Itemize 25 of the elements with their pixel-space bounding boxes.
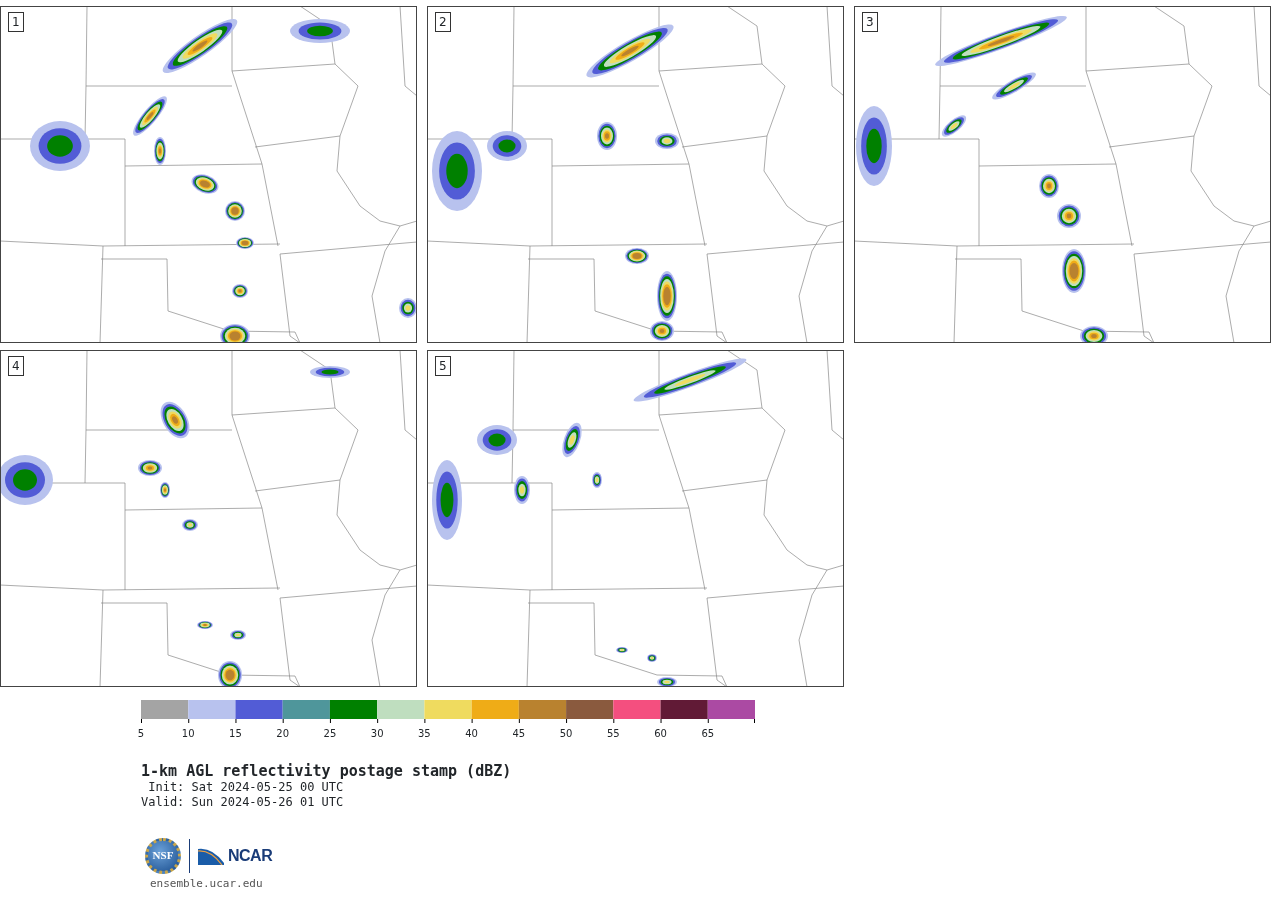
tick-label: 5 bbox=[137, 726, 145, 741]
valid-time: Valid: Sun 2024-05-26 01 UTC bbox=[141, 794, 345, 810]
tick-label: 55 bbox=[606, 726, 620, 741]
website-url: ensemble.ucar.edu bbox=[150, 875, 264, 892]
tick-label: 15 bbox=[229, 726, 242, 741]
member-number: 3 bbox=[862, 12, 878, 32]
wave-icon bbox=[198, 846, 224, 865]
seal-logo: NSF bbox=[145, 837, 181, 874]
member-number: 1 bbox=[8, 12, 24, 32]
init-time: Init: Sat 2024-05-25 00 UTC bbox=[147, 779, 345, 795]
tick-label: 45 bbox=[512, 726, 526, 741]
tick-label: 20 bbox=[276, 726, 290, 741]
member-number: 4 bbox=[8, 356, 24, 376]
member-number: 2 bbox=[435, 12, 451, 32]
member-number: 5 bbox=[435, 356, 451, 376]
tick-label: 10 bbox=[181, 726, 195, 741]
tick-label: 40 bbox=[465, 726, 478, 741]
plot-title: 1-km AGL reflectivity postage stamp (dBZ) bbox=[141, 761, 513, 780]
tick-label: 30 bbox=[370, 726, 384, 741]
tick-label: 65 bbox=[701, 726, 715, 741]
tick-label: 35 bbox=[418, 726, 431, 741]
logo-text: NCAR bbox=[228, 845, 273, 866]
tick-label: 50 bbox=[559, 726, 573, 741]
tick-label: 25 bbox=[323, 726, 337, 741]
tick-label: 60 bbox=[654, 726, 667, 741]
